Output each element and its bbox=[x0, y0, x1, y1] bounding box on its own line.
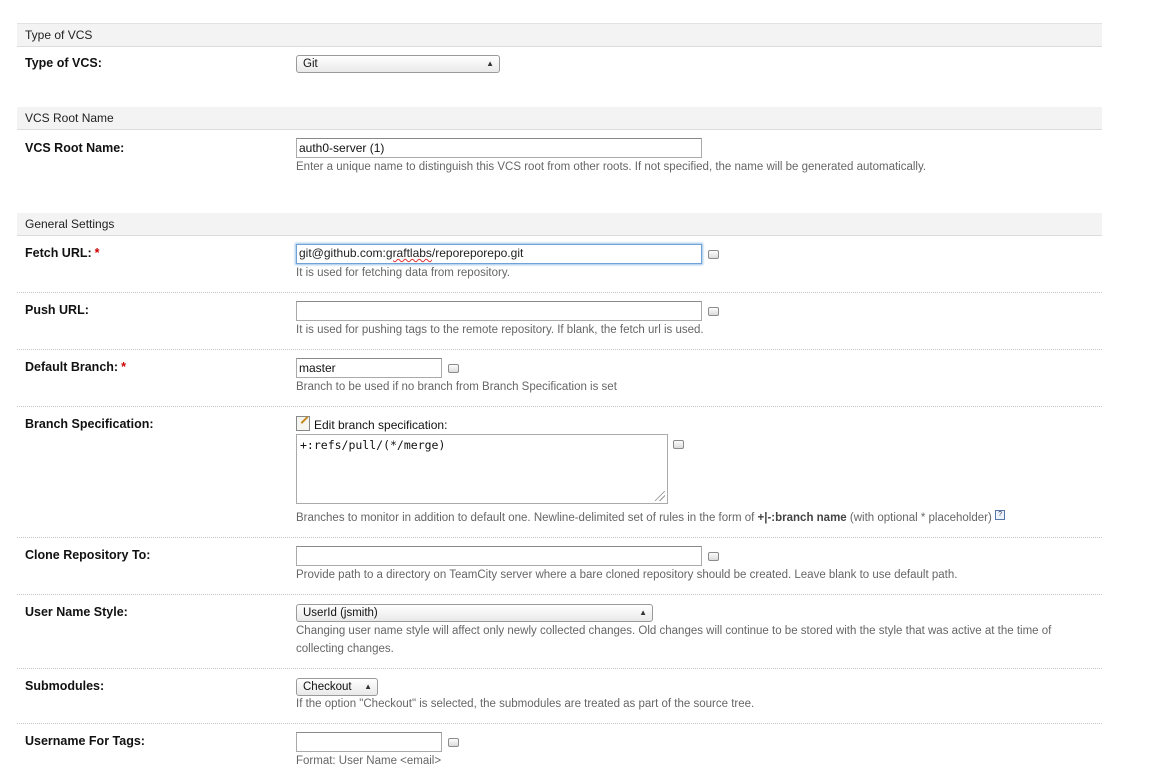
fetch-url-value-prefix: git@github.com: bbox=[299, 246, 386, 260]
fetch-url-hint: It is used for fetching data from reposi… bbox=[296, 267, 510, 279]
submodules-label: Submodules: bbox=[25, 679, 105, 693]
branch-spec-hint-post: (with optional * placeholder) bbox=[846, 512, 992, 524]
vcs-root-name-label: VCS Root Name: bbox=[25, 141, 125, 155]
row-username-for-tags: Username For Tags: Format: User Name <em… bbox=[17, 724, 1102, 779]
default-branch-label-text: Default Branch: bbox=[25, 360, 119, 374]
row-vcs-root-name: VCS Root Name: Enter a unique name to di… bbox=[17, 130, 1102, 202]
clone-to-hint: Provide path to a directory on TeamCity … bbox=[296, 569, 958, 581]
section-header-type-of-vcs: Type of VCS bbox=[17, 24, 1102, 47]
row-submodules: Submodules: Checkout ▲ If the option "Ch… bbox=[17, 669, 1102, 724]
fetch-url-value-suffix: /reporeporepo.git bbox=[431, 246, 524, 260]
section-title: VCS Root Name bbox=[25, 111, 114, 125]
fetch-url-value-misspelled: graftlabs bbox=[385, 246, 432, 260]
clone-to-input[interactable] bbox=[296, 546, 702, 566]
branch-spec-hint: Branches to monitor in addition to defau… bbox=[296, 509, 1006, 527]
user-name-style-select[interactable]: UserId (jsmith) ▲ bbox=[296, 604, 653, 622]
field-toggle-icon[interactable] bbox=[708, 552, 719, 561]
updown-arrows-icon: ▲ bbox=[364, 682, 372, 691]
field-toggle-icon[interactable] bbox=[448, 738, 459, 747]
row-clone-repository-to: Clone Repository To: Provide path to a d… bbox=[17, 538, 1102, 595]
username-for-tags-input[interactable] bbox=[296, 732, 442, 752]
section-header-general-settings: General Settings bbox=[17, 213, 1102, 236]
submodules-hint: If the option "Checkout" is selected, th… bbox=[296, 698, 755, 710]
user-name-style-selected: UserId (jsmith) bbox=[303, 607, 378, 619]
submodules-selected: Checkout bbox=[303, 681, 352, 693]
vcs-root-name-hint: Enter a unique name to distinguish this … bbox=[296, 161, 927, 173]
required-marker: * bbox=[121, 360, 126, 374]
row-push-url: Push URL: It is used for pushing tags to… bbox=[17, 293, 1102, 350]
branch-spec-textarea[interactable]: +:refs/pull/(*/merge) bbox=[296, 434, 668, 504]
field-toggle-icon[interactable] bbox=[708, 250, 719, 259]
updown-arrows-icon: ▲ bbox=[639, 608, 647, 617]
row-user-name-style: User Name Style: UserId (jsmith) ▲ Chang… bbox=[17, 595, 1102, 669]
fetch-url-label-text: Fetch URL: bbox=[25, 246, 92, 260]
push-url-hint: It is used for pushing tags to the remot… bbox=[296, 324, 704, 336]
section-title: Type of VCS bbox=[25, 28, 93, 42]
row-default-branch: Default Branch:* Branch to be used if no… bbox=[17, 350, 1102, 407]
edit-branch-spec-text: Edit branch specification: bbox=[314, 418, 448, 432]
type-of-vcs-selected: Git bbox=[303, 58, 318, 70]
user-name-style-hint-line2: collecting changes. bbox=[296, 643, 394, 655]
field-toggle-icon[interactable] bbox=[673, 440, 684, 449]
username-for-tags-label: Username For Tags: bbox=[25, 734, 145, 748]
row-fetch-url: Fetch URL: * git@github.com:graftlabs/rep… bbox=[17, 236, 1102, 293]
edit-branch-spec-link[interactable]: Edit branch specification: bbox=[296, 416, 447, 432]
row-type-of-vcs: Type of VCS: Git ▲ bbox=[17, 47, 1102, 95]
fetch-url-label: Fetch URL: * bbox=[25, 246, 100, 260]
submodules-select[interactable]: Checkout ▲ bbox=[296, 678, 378, 696]
username-for-tags-hint: Format: User Name <email> bbox=[296, 755, 442, 767]
user-name-style-hint-line1: Changing user name style will affect onl… bbox=[296, 625, 1052, 637]
type-of-vcs-select[interactable]: Git ▲ bbox=[296, 55, 500, 73]
section-title: General Settings bbox=[25, 217, 115, 231]
field-toggle-icon[interactable] bbox=[708, 307, 719, 316]
branch-spec-label: Branch Specification: bbox=[25, 417, 154, 431]
required-marker: * bbox=[94, 246, 100, 260]
default-branch-input[interactable] bbox=[296, 358, 442, 378]
default-branch-hint: Branch to be used if no branch from Bran… bbox=[296, 381, 617, 393]
row-branch-specification: Branch Specification: Edit branch specif… bbox=[17, 407, 1102, 538]
type-of-vcs-label: Type of VCS: bbox=[25, 56, 102, 70]
branch-spec-hint-pre: Branches to monitor in addition to defau… bbox=[296, 512, 758, 524]
push-url-label: Push URL: bbox=[25, 303, 89, 317]
branch-spec-value: +:refs/pull/(*/merge) bbox=[300, 438, 446, 452]
edit-pencil-icon bbox=[296, 416, 310, 431]
push-url-input[interactable] bbox=[296, 301, 702, 321]
fetch-url-input[interactable]: git@github.com:graftlabs/reporeporepo.gi… bbox=[296, 244, 702, 264]
section-header-vcs-root-name: VCS Root Name bbox=[17, 107, 1102, 130]
default-branch-label: Default Branch: * bbox=[25, 360, 126, 374]
clone-to-label: Clone Repository To: bbox=[25, 548, 151, 562]
branch-spec-hint-bold: +|-:branch name bbox=[757, 512, 847, 524]
user-name-style-label: User Name Style: bbox=[25, 605, 128, 619]
field-toggle-icon[interactable] bbox=[448, 364, 459, 373]
vcs-root-name-input[interactable] bbox=[296, 138, 702, 158]
updown-arrows-icon: ▲ bbox=[486, 59, 494, 68]
help-icon[interactable]: ? bbox=[995, 510, 1006, 521]
resize-grip-icon[interactable] bbox=[655, 491, 665, 501]
